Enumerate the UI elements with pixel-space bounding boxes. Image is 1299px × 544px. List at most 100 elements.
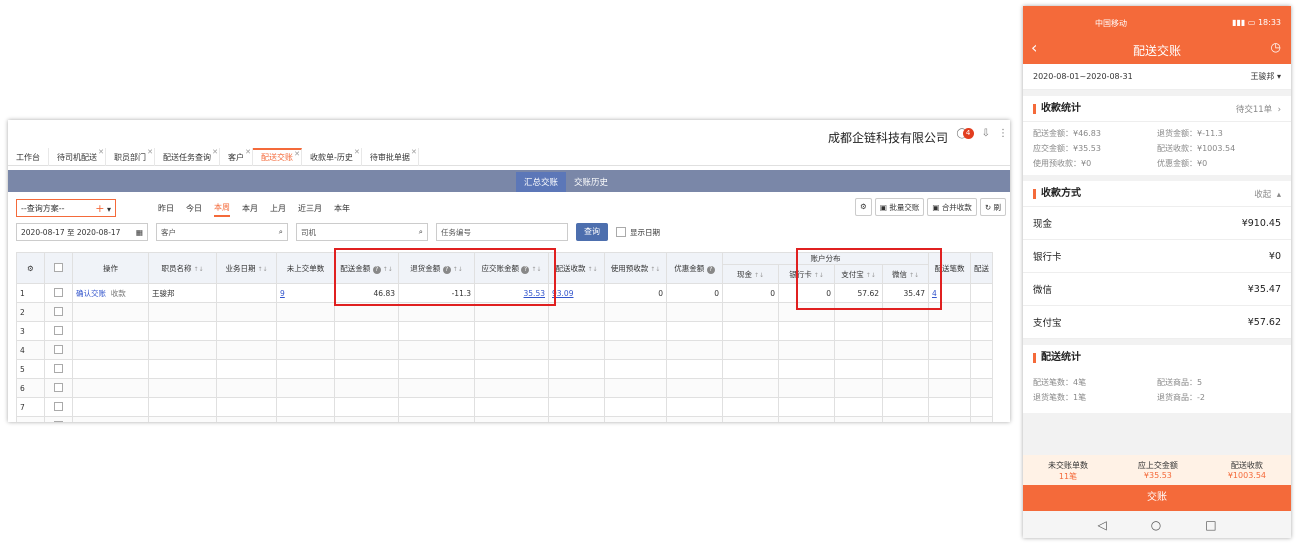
sort-icon[interactable]: ↑↓ — [257, 266, 267, 273]
close-icon[interactable]: ✕ — [294, 150, 300, 158]
query-scheme-select[interactable]: --查询方案-- + ▾ — [16, 199, 116, 217]
payment-method-section: 收款方式 收起 ▴ 现金 ¥910.45 银行卡 ¥0 微信 ¥35.47 支付宝 ¥5… — [1023, 181, 1291, 339]
period-this-year[interactable]: 本年 — [334, 201, 350, 216]
header-discount[interactable]: 优惠金额 ? — [666, 252, 723, 284]
tab-delivery-settlement[interactable]: 配送交账 ✕ — [253, 148, 302, 166]
tab-driver-delivery[interactable]: 待司机配送 ✕ — [49, 148, 106, 166]
nav-back-icon[interactable]: ◁ — [1097, 518, 1106, 532]
message-icon[interactable]: ◯4 — [956, 128, 974, 139]
row-checkbox[interactable] — [54, 325, 63, 335]
header-cash[interactable]: 现金 ↑↓ — [722, 264, 779, 284]
period-last-month[interactable]: 上月 — [270, 201, 286, 216]
subtab-history[interactable]: 交账历史 — [566, 172, 616, 192]
period-today[interactable]: 今日 — [186, 201, 202, 216]
period-this-month[interactable]: 本月 — [242, 201, 258, 216]
stat-return-count: 退货笔数：1笔 — [1033, 393, 1087, 402]
row-select[interactable] — [44, 302, 73, 322]
mobile-user-select[interactable]: 王骏邦 ▾ — [1250, 71, 1281, 82]
close-icon[interactable]: ✕ — [98, 148, 104, 156]
select-all-header[interactable] — [44, 252, 73, 284]
tab-task-query[interactable]: 配送任务查询 ✕ — [155, 148, 220, 166]
row-index: 2 — [16, 302, 45, 322]
tab-bar: 工作台 待司机配送 ✕ 职员部门 ✕ 配送任务查询 ✕ 客户 ✕ 配送交账 ✕ 收款单-历… — [8, 148, 1010, 166]
pending-link[interactable]: 9 — [280, 289, 285, 298]
history-icon[interactable]: ◷ — [1271, 40, 1281, 54]
header-collected[interactable]: 配送收款 ↑↓ — [548, 252, 605, 284]
download-icon[interactable]: ⇩ — [982, 128, 990, 139]
nav-home-icon[interactable]: ○ — [1151, 518, 1161, 532]
nav-recent-icon[interactable]: □ — [1205, 518, 1216, 532]
period-yesterday[interactable]: 昨日 — [158, 201, 174, 216]
close-icon[interactable]: ✕ — [411, 148, 417, 156]
plus-icon[interactable]: + — [95, 202, 104, 215]
table-row: 6 — [16, 378, 993, 398]
show-date-toggle[interactable]: 显示日期 — [616, 227, 660, 238]
sort-icon[interactable]: ↑↓ — [754, 272, 764, 279]
table-row — [16, 416, 993, 422]
select-all-checkbox[interactable] — [54, 262, 63, 272]
more-icon[interactable]: ⋮ — [998, 128, 1008, 139]
row-select[interactable] — [44, 397, 73, 417]
column-settings-header[interactable]: ⚙ — [16, 252, 45, 284]
confirm-settle-link[interactable]: 确认交账 — [76, 289, 106, 298]
refresh-button[interactable]: ↻ 刷 — [979, 198, 1006, 216]
batch-icon: ▣ — [879, 203, 887, 212]
collect-link[interactable]: 收款 — [111, 289, 126, 298]
sort-icon[interactable]: ↑↓ — [193, 266, 203, 273]
row-select[interactable] — [44, 416, 73, 422]
tab-pending-approval[interactable]: 待审批单据 ✕ — [362, 148, 419, 166]
status-bar: 中国移动 ▮▮▮ ▭ 18:33 — [1095, 18, 1281, 28]
row-checkbox[interactable] — [54, 344, 63, 354]
close-icon[interactable]: ✕ — [147, 148, 153, 156]
close-icon[interactable]: ✕ — [245, 148, 251, 156]
row-select[interactable] — [44, 340, 73, 360]
pending-settle-link[interactable]: 待交11单 › — [1236, 103, 1281, 115]
tab-workbench[interactable]: 工作台 — [8, 148, 49, 166]
header-pending-count[interactable]: 未上交单数 — [276, 252, 335, 284]
query-button[interactable]: 查询 — [576, 223, 608, 241]
tab-staff-dept[interactable]: 职员部门 ✕ — [106, 148, 155, 166]
date-range-input[interactable]: 2020-08-17 至 2020-08-17 ▦ — [16, 223, 148, 241]
tab-customer[interactable]: 客户 ✕ — [220, 148, 253, 166]
row-select[interactable] — [44, 359, 73, 379]
row-checkbox[interactable] — [54, 363, 63, 373]
header-delivery-more: 配送 — [970, 252, 993, 284]
header-business-date[interactable]: 业务日期 ↑↓ — [216, 252, 277, 284]
cell-pending: 9 — [276, 283, 335, 303]
sort-icon[interactable]: ↑↓ — [650, 266, 660, 273]
submit-settle-button[interactable]: 交账 — [1023, 485, 1291, 511]
header-action: 操作 — [72, 252, 149, 284]
summary-footer: 未交账单数 11笔 应上交金额 ¥35.53 配送收款 ¥1003.54 — [1023, 455, 1291, 485]
tab-receipt-history[interactable]: 收款单-历史 ✕ — [302, 148, 362, 166]
row-checkbox[interactable] — [54, 306, 63, 316]
batch-settle-button[interactable]: ▣ 批量交账 — [874, 198, 925, 216]
mobile-date-range[interactable]: 2020-08-01~2020-08-31 — [1033, 72, 1133, 81]
search-icon: ⌕ — [278, 227, 283, 236]
subtab-summary[interactable]: 汇总交账 — [516, 172, 567, 192]
customer-input[interactable]: 客户 ⌕ — [156, 223, 288, 241]
collapse-toggle[interactable]: 收起 ▴ — [1254, 188, 1281, 200]
period-this-week[interactable]: 本周 — [214, 200, 230, 217]
row-select[interactable] — [44, 321, 73, 341]
delivery-stats-section: 配送统计 配送笔数：4笔 配送商品：5 退货笔数：1笔 退货商品：-2 — [1023, 345, 1291, 413]
header-staff[interactable]: 职员名称 ↑↓ — [148, 252, 217, 284]
row-checkbox[interactable] — [54, 420, 63, 422]
show-date-checkbox[interactable] — [616, 227, 626, 237]
period-last-3-months[interactable]: 近三月 — [298, 201, 322, 216]
help-icon[interactable]: ? — [706, 265, 715, 274]
payment-row-alipay: 支付宝 ¥57.62 — [1023, 306, 1291, 339]
sort-icon[interactable]: ↑↓ — [587, 266, 597, 273]
driver-input[interactable]: 司机 ⌕ — [296, 223, 428, 241]
row-select[interactable] — [44, 378, 73, 398]
settings-button[interactable]: ⚙ — [855, 198, 872, 216]
row-checkbox[interactable] — [54, 287, 63, 297]
close-icon[interactable]: ✕ — [354, 148, 360, 156]
merge-receipt-button[interactable]: ▣ 合并收款 — [927, 198, 977, 216]
header-prepaid[interactable]: 使用预收款 ↑↓ — [604, 252, 667, 284]
row-checkbox[interactable] — [54, 382, 63, 392]
row-checkbox[interactable] — [54, 401, 63, 411]
row-select[interactable] — [44, 283, 73, 303]
task-number-input[interactable]: 任务编号 — [436, 223, 568, 241]
chevron-right-icon: › — [1277, 104, 1281, 115]
close-icon[interactable]: ✕ — [212, 148, 218, 156]
